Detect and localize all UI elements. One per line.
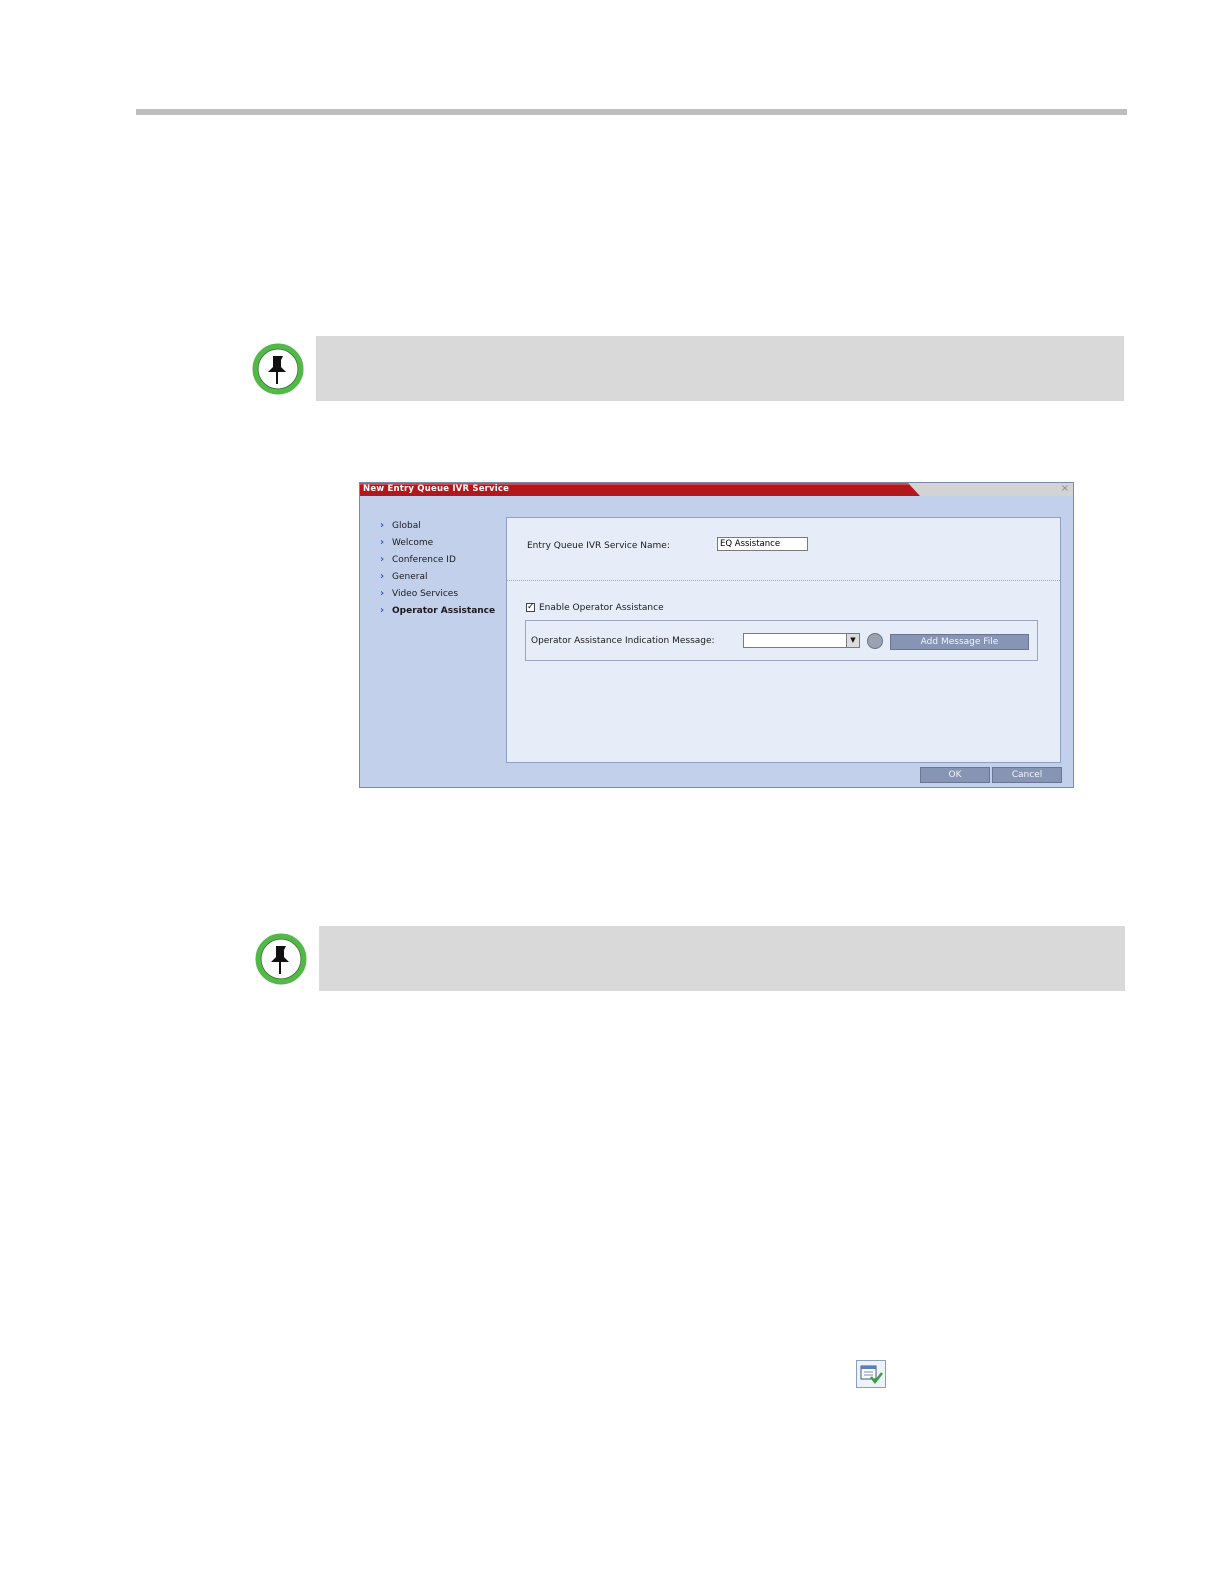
- indication-message-select[interactable]: ▼: [743, 633, 860, 648]
- calendar-check-graphic: [860, 1365, 883, 1385]
- service-name-label: Entry Queue IVR Service Name:: [527, 541, 670, 551]
- nav-item-label: Operator Assistance: [392, 606, 496, 616]
- play-message-icon[interactable]: [867, 633, 883, 649]
- service-name-input[interactable]: EQ Assistance: [717, 537, 808, 551]
- new-entry-queue-dialog: New Entry Queue IVR Service × › Global › W…: [359, 482, 1074, 788]
- ok-button[interactable]: OK: [920, 767, 990, 783]
- nav-item-video-services[interactable]: › Video Services: [380, 587, 458, 601]
- nav-item-label: Welcome: [392, 538, 434, 548]
- nav-item-label: Conference ID: [392, 555, 456, 565]
- pushpin-note-icon: [252, 343, 304, 395]
- indication-message-label: Operator Assistance Indication Message:: [531, 636, 715, 646]
- indication-message-group: Operator Assistance Indication Message: …: [525, 620, 1038, 661]
- nav-item-global[interactable]: › Global: [380, 519, 421, 533]
- chevron-down-icon[interactable]: ▼: [846, 634, 859, 647]
- nav-item-label: Global: [392, 521, 421, 531]
- chevron-right-icon: ›: [380, 520, 385, 531]
- nav-item-conference-id[interactable]: › Conference ID: [380, 553, 456, 567]
- close-icon[interactable]: ×: [1061, 483, 1069, 495]
- note-box: [316, 336, 1124, 401]
- chevron-right-icon: ›: [380, 605, 385, 616]
- chevron-right-icon: ›: [380, 588, 385, 599]
- chevron-right-icon: ›: [380, 554, 385, 565]
- enable-operator-label: Enable Operator Assistance: [539, 603, 664, 613]
- note-box: [319, 926, 1125, 991]
- pushpin-note-icon: [255, 933, 307, 985]
- nav-item-label: Video Services: [392, 589, 459, 599]
- calendar-check-icon[interactable]: [856, 1360, 886, 1388]
- nav-item-general[interactable]: › General: [380, 570, 427, 584]
- chevron-right-icon: ›: [380, 571, 385, 582]
- dialog-title: New Entry Queue IVR Service: [363, 484, 510, 494]
- page-header-rule: [136, 109, 1127, 115]
- chevron-right-icon: ›: [380, 537, 385, 548]
- cancel-button[interactable]: Cancel: [992, 767, 1062, 783]
- enable-operator-checkbox[interactable]: ✓: [526, 603, 535, 612]
- nav-item-welcome[interactable]: › Welcome: [380, 536, 433, 550]
- nav-item-operator-assistance[interactable]: › Operator Assistance: [380, 604, 495, 618]
- divider: [507, 580, 1060, 581]
- add-message-file-button[interactable]: Add Message File: [890, 634, 1029, 650]
- operator-assistance-panel: Entry Queue IVR Service Name: EQ Assista…: [506, 517, 1061, 763]
- title-bar: New Entry Queue IVR Service ×: [360, 483, 1073, 496]
- nav-item-label: General: [392, 572, 428, 582]
